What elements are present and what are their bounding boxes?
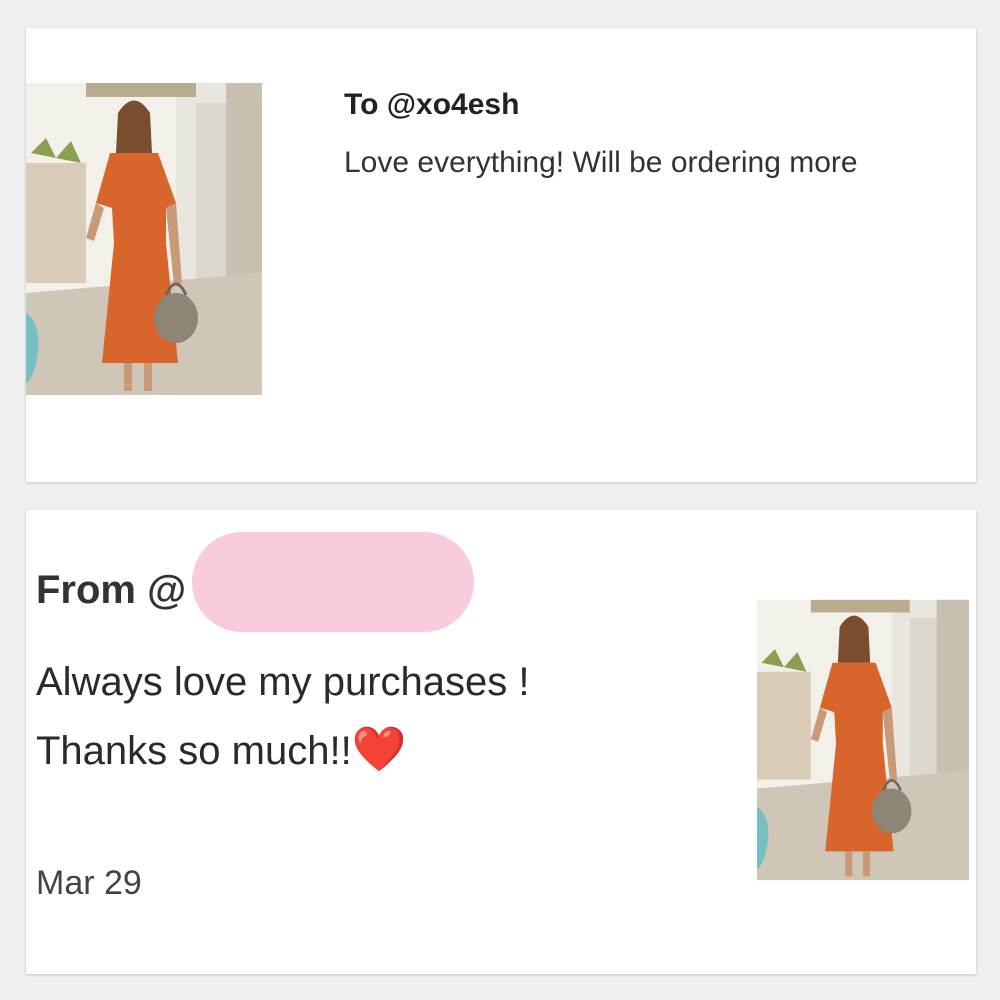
received-review-card: From @ Always love my purchases ! Thanks…: [26, 510, 976, 974]
heart-icon: ❤️: [351, 725, 407, 774]
review-message-text: Always love my purchases ! Thanks so muc…: [36, 660, 530, 773]
product-photo[interactable]: [26, 83, 262, 395]
product-photo[interactable]: [757, 599, 969, 881]
sent-review-card: To @xo4esh Love everything! Will be orde…: [26, 28, 976, 482]
dress-photo-illustration: [757, 599, 969, 881]
sender-prefix: From @: [36, 568, 187, 612]
dress-photo-illustration: [26, 83, 262, 395]
review-message: Love everything! Will be ordering more: [344, 146, 858, 179]
review-date: Mar 29: [36, 864, 142, 902]
review-sender[interactable]: From @: [36, 568, 186, 613]
review-recipient[interactable]: To @xo4esh: [344, 88, 519, 122]
username-redaction: [192, 532, 474, 632]
review-message: Always love my purchases ! Thanks so muc…: [36, 648, 596, 785]
